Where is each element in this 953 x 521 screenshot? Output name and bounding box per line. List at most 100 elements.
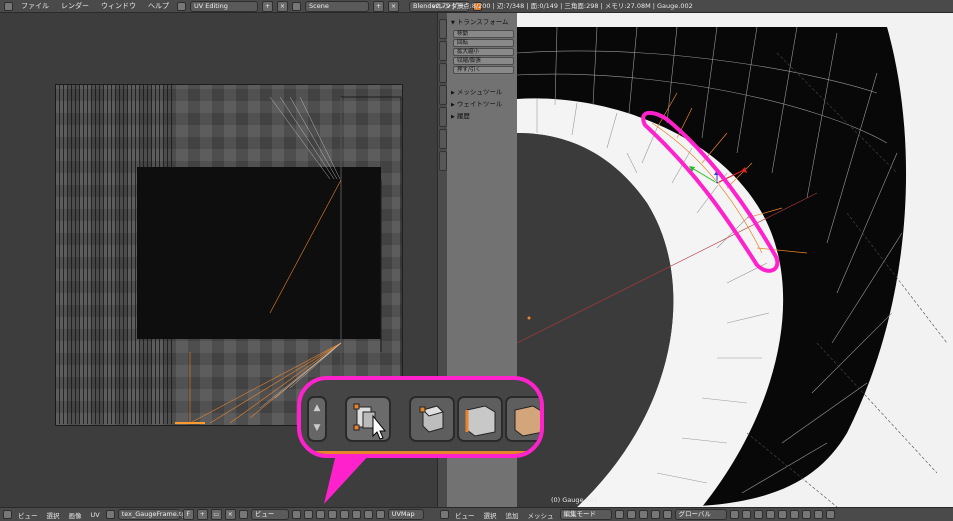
uv-menu-select[interactable]: 選択 bbox=[44, 510, 63, 520]
tab-tools[interactable] bbox=[439, 19, 447, 39]
face-mode-icon[interactable] bbox=[339, 510, 349, 519]
translate-button[interactable]: 移動 bbox=[453, 30, 514, 38]
tab-create[interactable] bbox=[439, 41, 447, 61]
weight-tools-panel-header[interactable]: ▶ ウェイトツール bbox=[451, 98, 502, 108]
vertex-select-icon bbox=[419, 405, 444, 433]
shading-icon[interactable] bbox=[614, 510, 624, 519]
shrink-fatten-button[interactable]: 収縮/膨張 bbox=[453, 57, 514, 65]
remove-layout-button[interactable]: × bbox=[277, 0, 288, 12]
view3d-menu-add[interactable]: 追加 bbox=[503, 510, 522, 520]
menu-file[interactable]: ファイル bbox=[17, 1, 53, 11]
vertex-mode-icon[interactable] bbox=[315, 510, 325, 519]
edge-select-button[interactable] bbox=[457, 396, 503, 442]
pivot-icon[interactable] bbox=[291, 510, 301, 519]
editor-type-icon[interactable] bbox=[440, 510, 449, 519]
scale-button[interactable]: 拡大縮小 bbox=[453, 48, 514, 56]
snap-magnet-icon[interactable] bbox=[789, 510, 799, 519]
manipulator-icon[interactable] bbox=[638, 510, 648, 519]
weight-tools-title: ウェイトツール bbox=[456, 100, 503, 108]
fake-user-button[interactable]: F bbox=[182, 509, 194, 520]
uv-menu-image[interactable]: 画像 bbox=[66, 510, 85, 520]
mesh-tools-title: メッシュツール bbox=[456, 88, 503, 96]
view-mode-icon[interactable] bbox=[238, 510, 248, 519]
add-layout-button[interactable]: + bbox=[262, 0, 273, 12]
rotate-manipulator-icon[interactable] bbox=[662, 510, 672, 519]
render-icon[interactable] bbox=[825, 510, 835, 519]
callout-pointer bbox=[324, 454, 370, 504]
add-scene-button[interactable]: + bbox=[373, 0, 384, 12]
edge-select-icon bbox=[465, 405, 496, 437]
tab-options[interactable] bbox=[439, 85, 447, 105]
screen-layout-name: UV Editing bbox=[194, 1, 228, 10]
new-image-button[interactable]: + bbox=[196, 509, 208, 520]
proportional-edit-icon[interactable] bbox=[363, 510, 373, 519]
scroll-arrows-button[interactable]: ▲ ▼ bbox=[307, 396, 327, 442]
mode-label: 編集モード bbox=[563, 510, 597, 518]
tab-relations[interactable] bbox=[439, 151, 447, 171]
uv-sync-select-icon bbox=[353, 403, 387, 440]
scene-field[interactable]: Scene bbox=[305, 0, 369, 12]
uv-sync-icon[interactable] bbox=[303, 510, 313, 519]
view3d-menu-view[interactable]: ビュー bbox=[452, 510, 478, 520]
uv-menu-uv[interactable]: UV bbox=[88, 511, 103, 519]
view3d-menu-mesh[interactable]: メッシュ bbox=[525, 510, 557, 520]
translate-manipulator-icon[interactable] bbox=[650, 510, 660, 519]
open-image-button[interactable]: ▭ bbox=[210, 509, 222, 520]
proportional-icon[interactable] bbox=[777, 510, 787, 519]
status-stats: v2.79 | 頂点:8/200 | 辺:7/348 | 面:0/149 | 三… bbox=[432, 2, 693, 10]
transform-panel-title: トランスフォーム bbox=[456, 18, 509, 26]
screen-layout-field[interactable]: UV Editing bbox=[190, 0, 258, 12]
edge-select-icon[interactable] bbox=[741, 510, 751, 519]
menu-window[interactable]: ウィンドウ bbox=[97, 1, 140, 11]
edge-mode-icon[interactable] bbox=[327, 510, 337, 519]
tab-physics[interactable] bbox=[439, 129, 447, 149]
uvmap-dropdown[interactable]: UVMap bbox=[387, 509, 424, 520]
face-select-icon bbox=[514, 405, 540, 437]
zoom-callout: ▲ ▼ bbox=[297, 376, 544, 458]
transform-panel-header[interactable]: ▼ トランスフォーム bbox=[451, 16, 509, 26]
orientation-label: グローバル bbox=[678, 510, 711, 518]
uv-menu-view[interactable]: ビュー bbox=[15, 510, 41, 520]
sticky-select-mode-button[interactable] bbox=[345, 396, 391, 442]
history-title: 履歴 bbox=[456, 112, 470, 120]
face-select-icon[interactable] bbox=[753, 510, 763, 519]
face-select-button[interactable] bbox=[505, 396, 540, 442]
snap-icon[interactable] bbox=[375, 510, 385, 519]
orientation-dropdown[interactable]: グローバル bbox=[674, 509, 727, 520]
uvmap-label: UVMap bbox=[391, 510, 415, 518]
view-dropdown[interactable]: ビュー bbox=[250, 509, 289, 520]
history-panel-header[interactable]: ▶ 履歴 bbox=[451, 110, 470, 120]
snap-target-icon[interactable] bbox=[801, 510, 811, 519]
editor-type-icon[interactable] bbox=[3, 510, 12, 519]
scene-icon[interactable] bbox=[292, 1, 301, 11]
menu-help[interactable]: ヘルプ bbox=[144, 1, 173, 11]
vertex-select-button[interactable] bbox=[409, 396, 455, 442]
remove-scene-button[interactable]: × bbox=[388, 0, 399, 12]
view3d-menu-select[interactable]: 選択 bbox=[481, 510, 500, 520]
uv-editor-header: ビュー 選択 画像 UV tex_GaugeFrame.tga F + ▭ × … bbox=[0, 507, 437, 521]
rotate-button[interactable]: 回転 bbox=[453, 39, 514, 47]
layers-icon[interactable] bbox=[813, 510, 823, 519]
image-name-field[interactable]: tex_GaugeFrame.tga bbox=[117, 509, 190, 520]
image-browse-icon[interactable] bbox=[105, 510, 115, 519]
viewport-mesh bbox=[517, 13, 953, 507]
callout-active-bar bbox=[301, 451, 540, 454]
editor-type-icon[interactable] bbox=[4, 1, 13, 11]
viewport-object-label: (0) Gauge.002 bbox=[551, 496, 599, 504]
mode-dropdown[interactable]: 編集モード bbox=[559, 509, 612, 520]
scene-name: Scene bbox=[309, 1, 329, 10]
menu-render[interactable]: レンダー bbox=[57, 1, 93, 11]
image-name: tex_GaugeFrame.tga bbox=[121, 510, 190, 518]
vertex-select-icon[interactable] bbox=[729, 510, 739, 519]
layout-grid-icon[interactable] bbox=[177, 1, 186, 11]
view-dropdown-label: ビュー bbox=[254, 510, 275, 518]
sticky-mode-icon[interactable] bbox=[351, 510, 361, 519]
occlude-geometry-icon[interactable] bbox=[765, 510, 775, 519]
3d-view-header: ビュー 選択 追加 メッシュ 編集モード グローバル bbox=[437, 507, 953, 521]
tab-shading[interactable] bbox=[439, 63, 447, 83]
pin-image-button[interactable]: × bbox=[224, 509, 236, 520]
pivot-point-icon[interactable] bbox=[626, 510, 636, 519]
mesh-tools-panel-header[interactable]: ▶ メッシュツール bbox=[451, 86, 502, 96]
push-pull-button[interactable]: 押す/引く bbox=[453, 66, 514, 74]
tab-grease[interactable] bbox=[439, 107, 447, 127]
